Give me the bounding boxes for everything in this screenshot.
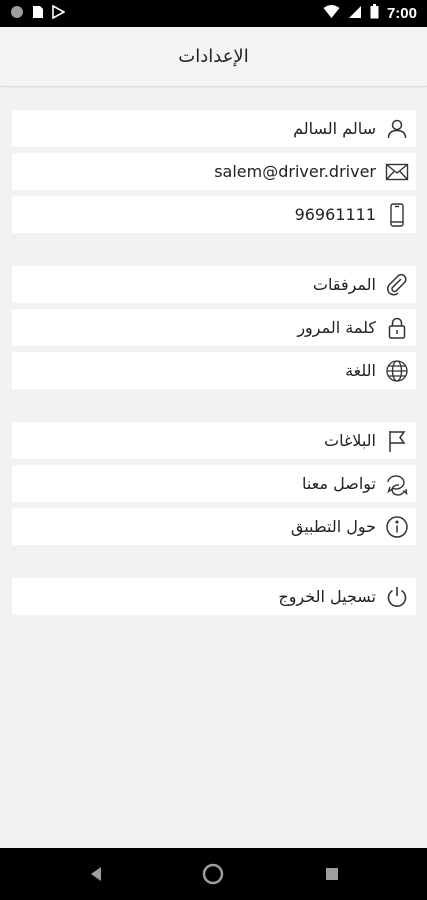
page-title: الإعدادات bbox=[178, 46, 249, 67]
profile-phone-row[interactable]: 96961111 bbox=[12, 196, 416, 233]
globe-icon bbox=[384, 358, 410, 384]
profile-email-row[interactable]: salem@driver.driver bbox=[12, 153, 416, 190]
navigation-bar bbox=[0, 848, 427, 900]
password-label: كلمة المرور bbox=[297, 318, 376, 337]
battery-icon bbox=[370, 4, 379, 23]
back-icon[interactable] bbox=[84, 862, 108, 886]
contact-label: تواصل معنا bbox=[302, 474, 376, 493]
user-icon bbox=[384, 116, 410, 142]
contact-row[interactable]: تواصل معنا bbox=[12, 465, 416, 502]
record-icon bbox=[10, 4, 24, 23]
play-store-icon bbox=[52, 4, 66, 23]
envelope-icon bbox=[384, 159, 410, 185]
profile-email: salem@driver.driver bbox=[214, 162, 376, 181]
flag-icon bbox=[384, 428, 410, 454]
language-label: اللغة bbox=[345, 361, 376, 380]
status-bar: 7:00 bbox=[0, 0, 427, 27]
profile-phone: 96961111 bbox=[294, 205, 376, 224]
language-row[interactable]: اللغة bbox=[12, 352, 416, 389]
logout-row[interactable]: تسجيل الخروج bbox=[12, 578, 416, 615]
power-icon bbox=[384, 584, 410, 610]
signal-icon bbox=[348, 4, 362, 23]
lock-icon bbox=[384, 315, 410, 341]
logout-label: تسجيل الخروج bbox=[278, 587, 376, 606]
info-icon bbox=[384, 514, 410, 540]
reports-row[interactable]: البلاغات bbox=[12, 422, 416, 459]
reports-label: البلاغات bbox=[324, 431, 376, 450]
chat-icon bbox=[384, 471, 410, 497]
app-bar: الإعدادات bbox=[0, 27, 427, 87]
sim-card-icon bbox=[32, 4, 44, 23]
wifi-icon bbox=[323, 4, 340, 23]
status-time: 7:00 bbox=[386, 5, 417, 22]
profile-name-row[interactable]: سالم السالم bbox=[12, 110, 416, 147]
password-row[interactable]: كلمة المرور bbox=[12, 309, 416, 346]
about-row[interactable]: حول التطبيق bbox=[12, 508, 416, 545]
recents-icon[interactable] bbox=[320, 862, 344, 886]
paperclip-icon bbox=[384, 272, 410, 298]
attachments-label: المرفقات bbox=[312, 275, 376, 294]
about-label: حول التطبيق bbox=[290, 517, 376, 536]
profile-name: سالم السالم bbox=[293, 119, 376, 138]
home-icon[interactable] bbox=[201, 862, 225, 886]
phone-icon bbox=[384, 202, 410, 228]
attachments-row[interactable]: المرفقات bbox=[12, 266, 416, 303]
